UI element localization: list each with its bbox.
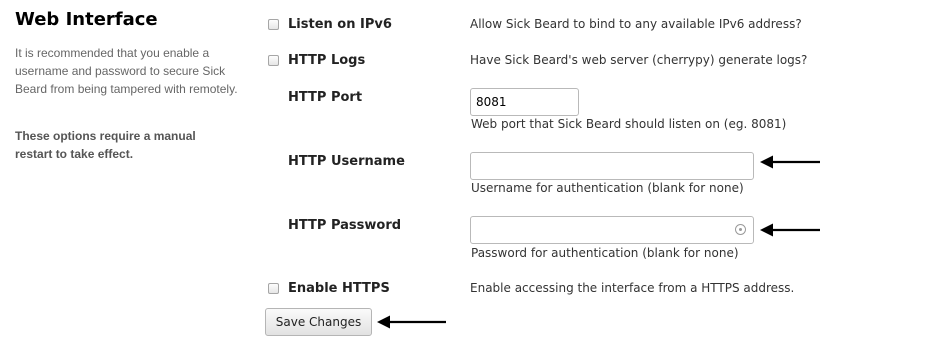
http-username-input[interactable] xyxy=(470,152,754,180)
arrow-left-icon xyxy=(377,315,446,329)
http-logs-help: Have Sick Beard's web server (cherrypy) … xyxy=(470,53,808,67)
arrow-left-icon xyxy=(760,223,820,237)
http-logs-label: HTTP Logs xyxy=(288,53,366,68)
https-label: Enable HTTPS xyxy=(288,281,390,296)
section-title: Web Interface xyxy=(15,9,158,30)
password-reveal-icon[interactable] xyxy=(735,224,746,235)
https-checkbox[interactable] xyxy=(268,283,279,294)
http-port-input[interactable] xyxy=(470,88,579,116)
ipv6-help: Allow Sick Beard to bind to any availabl… xyxy=(470,17,802,31)
http-username-help: Username for authentication (blank for n… xyxy=(471,181,744,195)
save-changes-button[interactable]: Save Changes xyxy=(265,308,372,336)
http-logs-checkbox[interactable] xyxy=(268,55,279,66)
ipv6-checkbox[interactable] xyxy=(268,19,279,30)
arrow-left-icon xyxy=(760,155,820,169)
restart-note: These options require a manual restart t… xyxy=(15,129,196,161)
http-password-input[interactable] xyxy=(470,216,754,244)
http-username-label: HTTP Username xyxy=(288,154,405,169)
http-password-label: HTTP Password xyxy=(288,218,402,233)
ipv6-label: Listen on IPv6 xyxy=(288,17,392,32)
https-help: Enable accessing the interface from a HT… xyxy=(470,281,795,295)
http-port-label: HTTP Port xyxy=(288,90,363,105)
http-password-help: Password for authentication (blank for n… xyxy=(471,246,739,260)
section-description: It is recommended that you enable a user… xyxy=(15,46,238,96)
http-port-help: Web port that Sick Beard should listen o… xyxy=(471,117,787,131)
